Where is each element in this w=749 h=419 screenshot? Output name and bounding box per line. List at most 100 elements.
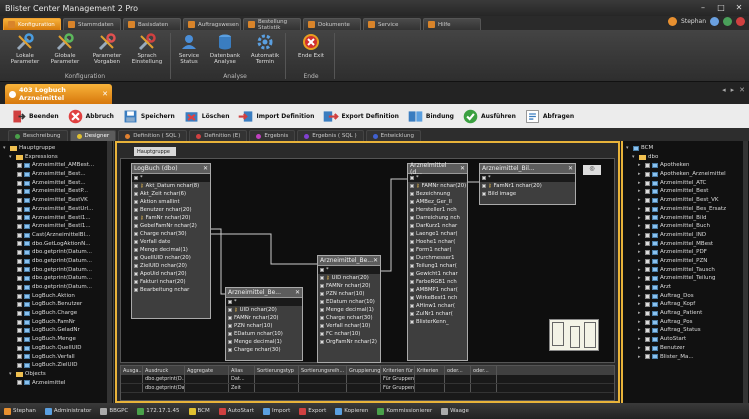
- checkbox[interactable]: [645, 241, 650, 247]
- tab-beschreibung[interactable]: Beschreibung: [8, 130, 68, 141]
- close-icon[interactable]: ✕: [373, 257, 378, 264]
- checkbox[interactable]: [134, 280, 138, 284]
- checkbox[interactable]: [410, 240, 414, 244]
- expand-icon[interactable]: ▸: [638, 326, 643, 335]
- table-logbuch[interactable]: LogBuch (dbo) ✕ * ⚷ Akt_Datum nchar(8) Akt_Ze…: [131, 163, 211, 319]
- table-arzneimittel-best-2[interactable]: Arzneimittel_Be... ✕ * ⚷ UID nchar(20) FAMNr …: [317, 255, 381, 363]
- table-column[interactable]: Teilung1 nchar(: [408, 262, 467, 270]
- status-item[interactable]: Import: [262, 407, 290, 415]
- grid-cell[interactable]: dbo.getprint(Dat...: [143, 384, 185, 392]
- checkbox[interactable]: [320, 340, 324, 344]
- checkbox[interactable]: [410, 264, 414, 268]
- checkbox[interactable]: [17, 250, 22, 256]
- tree-item[interactable]: ▸ Arzneimittel_IND: [626, 231, 749, 240]
- checkbox[interactable]: [17, 328, 22, 334]
- table-column[interactable]: ⚷ FamNr nchar(20): [132, 214, 210, 222]
- checkbox[interactable]: [17, 224, 22, 230]
- tree-item[interactable]: LogBuch.Menge: [3, 335, 113, 344]
- table-column[interactable]: PZN nchar(10): [318, 290, 380, 298]
- exit-icon[interactable]: [736, 17, 745, 26]
- tree-item[interactable]: dbo.getprint(Datum...: [3, 274, 113, 283]
- grid-cell[interactable]: [415, 384, 445, 392]
- table-column[interactable]: BlisterKenn_: [408, 318, 467, 326]
- checkbox[interactable]: [134, 176, 138, 180]
- checkbox[interactable]: [134, 232, 138, 236]
- close-icon[interactable]: ✕: [295, 289, 300, 296]
- grid-cell[interactable]: [185, 375, 229, 383]
- checkbox[interactable]: [17, 363, 22, 369]
- tree-item[interactable]: ▸ Arzneimittel_PZN: [626, 257, 749, 266]
- checkbox[interactable]: [410, 216, 414, 220]
- tree-item[interactable]: dbo.getprint(Datum...: [3, 248, 113, 257]
- tree-item[interactable]: LogBuch.Verfall: [3, 353, 113, 362]
- expand-icon[interactable]: ▸: [638, 266, 643, 275]
- checkbox[interactable]: [645, 302, 650, 308]
- table-column[interactable]: FarbeRGB1 nch: [408, 278, 467, 286]
- checkbox[interactable]: [645, 171, 650, 177]
- checkbox[interactable]: [645, 197, 650, 203]
- checkbox[interactable]: [482, 192, 486, 196]
- checkbox[interactable]: [410, 232, 414, 236]
- checkbox[interactable]: [134, 200, 138, 204]
- tab-konfiguration[interactable]: Konfiguration: [3, 18, 61, 30]
- tree-expressions[interactable]: ▾ Expressions: [3, 153, 113, 162]
- tree-dbo[interactable]: ▾ dbo: [626, 153, 749, 162]
- grid-row[interactable]: dbo.getprint(D... Dat... Für Gruppen: [121, 375, 614, 384]
- tree-item[interactable]: ▸ Auftrag_Kopf: [626, 300, 749, 309]
- tree-item[interactable]: dbo.getprint(Datum...: [3, 257, 113, 266]
- datenbank-analyse-button[interactable]: Datenbank Analyse: [206, 32, 244, 65]
- checkbox[interactable]: [17, 319, 22, 325]
- chevron-right-icon[interactable]: ▸: [731, 86, 735, 94]
- checkbox[interactable]: [320, 332, 324, 336]
- grid-cell[interactable]: dbo.getprint(D...: [143, 375, 185, 383]
- right-scrollbar[interactable]: [743, 141, 748, 403]
- expand-icon[interactable]: ▸: [638, 344, 643, 353]
- checkbox[interactable]: [17, 302, 22, 308]
- checkbox[interactable]: [228, 324, 232, 328]
- tree-item[interactable]: LogBuch.GeladNr: [3, 326, 113, 335]
- checkbox[interactable]: [134, 272, 138, 276]
- checkbox[interactable]: [410, 256, 414, 260]
- checkbox[interactable]: [17, 267, 22, 273]
- expand-icon[interactable]: ▸: [638, 292, 643, 301]
- checkbox[interactable]: [17, 284, 22, 290]
- parameter-vorgaben-button[interactable]: Parameter Vorgaben: [88, 32, 126, 65]
- checkbox[interactable]: [645, 180, 650, 186]
- table-column[interactable]: Charge nchar(30): [318, 314, 380, 322]
- table-column[interactable]: Menge decimal(1): [318, 306, 380, 314]
- grid-cell[interactable]: [299, 375, 347, 383]
- tree-item[interactable]: ▸ Arzneimittel_Tausch: [626, 266, 749, 275]
- table-column[interactable]: FAMNr nchar(20): [318, 282, 380, 290]
- grid-cell[interactable]: [185, 384, 229, 392]
- tab-basisdaten[interactable]: Basisdaten: [123, 18, 181, 30]
- tree-item[interactable]: ▸ Auftrag_Status: [626, 326, 749, 335]
- tree-item[interactable]: ▸ Arzneimittel_Best_VK: [626, 196, 749, 205]
- table-column[interactable]: ⚷ UID nchar(20): [226, 306, 302, 314]
- checkbox[interactable]: [410, 176, 414, 180]
- table-column[interactable]: Menge decimal(1): [226, 338, 302, 346]
- table-column[interactable]: Fakturi nchar(20): [132, 278, 210, 286]
- tree-item[interactable]: ▸ Blister_Ma...: [626, 353, 749, 362]
- checkbox[interactable]: [17, 197, 22, 203]
- table-column[interactable]: Hersteller1 nch: [408, 206, 467, 214]
- people-icon[interactable]: [723, 17, 732, 26]
- expand-icon[interactable]: ▸: [638, 309, 643, 318]
- checkbox[interactable]: [320, 300, 324, 304]
- table-column[interactable]: Hoehe1 nchar(: [408, 238, 467, 246]
- checkbox[interactable]: [228, 340, 232, 344]
- table-column[interactable]: *: [226, 298, 302, 306]
- tab-entwicklung[interactable]: Entwicklung: [365, 130, 421, 141]
- tree-item[interactable]: ▸ Arzneimittel_Bild: [626, 214, 749, 223]
- table-column[interactable]: Charge nchar(30): [132, 230, 210, 238]
- tree-item[interactable]: ▸ Auftrag_Pos: [626, 318, 749, 327]
- tree-item[interactable]: Arzneimittel_BestVK: [3, 196, 113, 205]
- expand-icon[interactable]: ▸: [638, 248, 643, 257]
- query-tab[interactable]: Hauptgruppe: [134, 147, 176, 156]
- tree-item[interactable]: LogBuch.Charge: [3, 309, 113, 318]
- grid-cell[interactable]: [299, 384, 347, 392]
- table-column[interactable]: FAMNr nchar(20): [226, 314, 302, 322]
- lokale-parameter-button[interactable]: Lokale Parameter: [6, 32, 44, 65]
- checkbox[interactable]: [134, 192, 138, 196]
- checkbox[interactable]: [228, 332, 232, 336]
- tab-definition-e[interactable]: Definition (E): [189, 130, 248, 141]
